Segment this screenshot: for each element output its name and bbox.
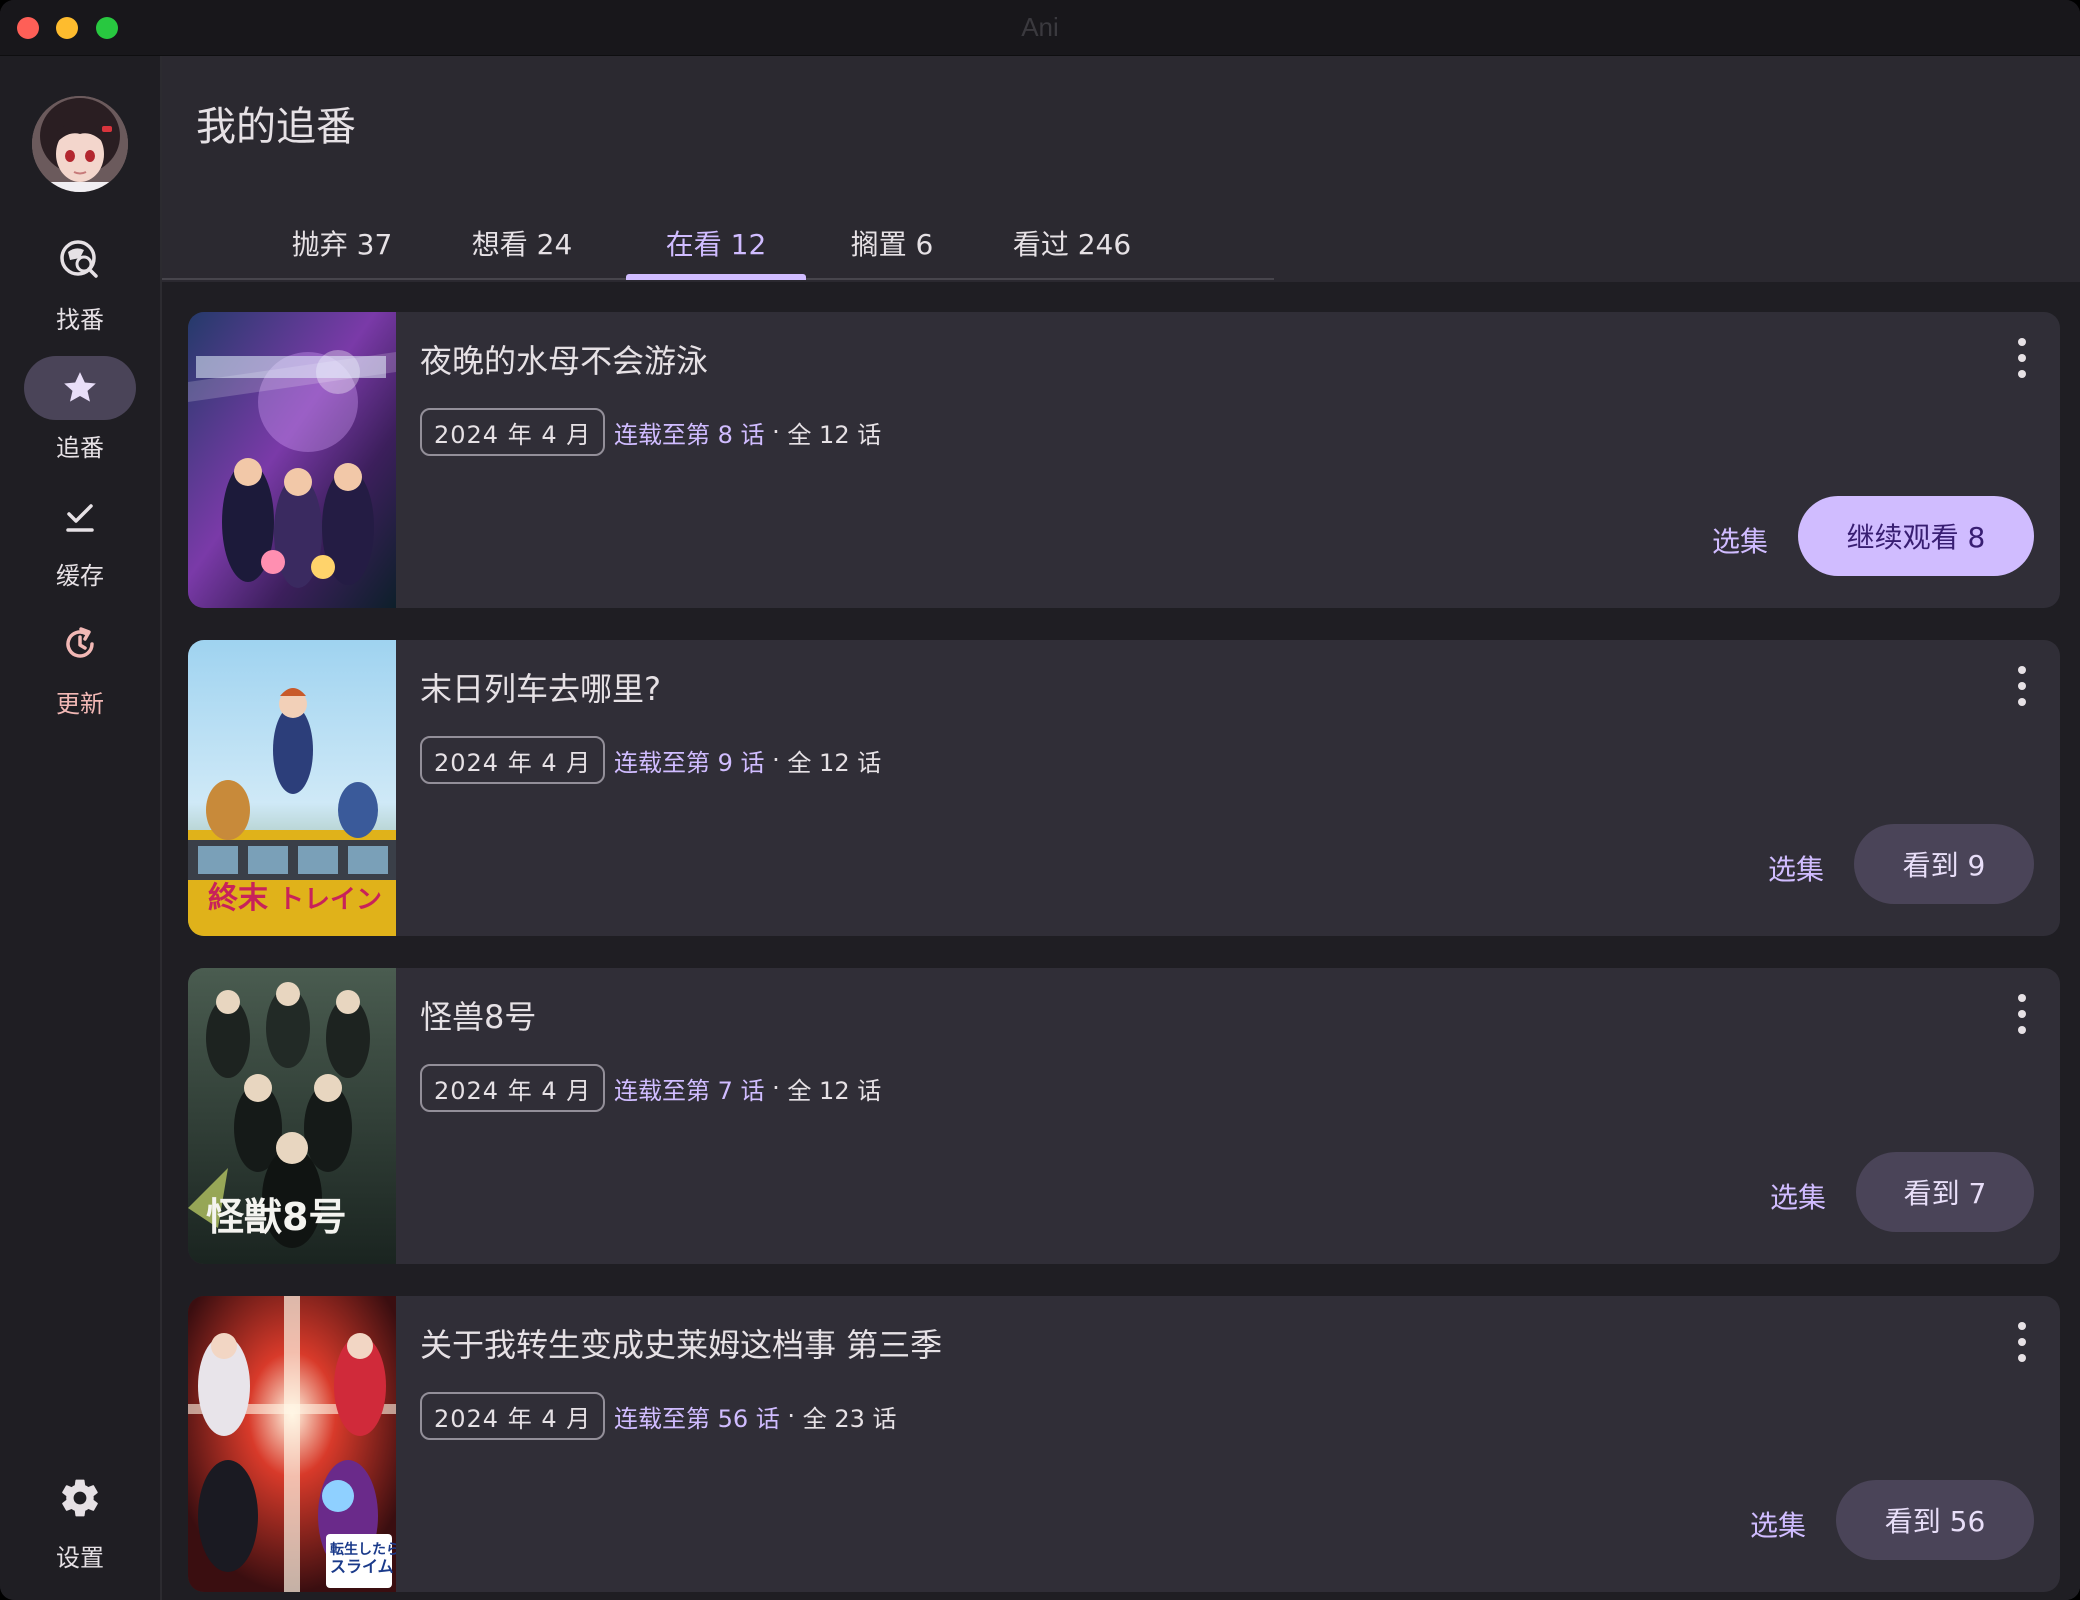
tab-bar: 抛弃 37 想看 24 在看 12 搁置 6 看过 246 [162, 206, 1274, 280]
subject-list: 夜晚的水母不会游泳 2024 年 4 月 连载至第 8 话 · 全 12 话 选… [162, 282, 2080, 1600]
svg-text:トレイン: トレイン [278, 885, 382, 915]
svg-text:怪獣8号: 怪獣8号 [206, 1195, 346, 1239]
select-episode-button[interactable]: 选集 [1768, 838, 1824, 898]
more-options-icon[interactable] [2016, 338, 2028, 378]
window-title: Ani [1021, 12, 1059, 42]
main-content: 我的追番 抛弃 37 想看 24 在看 12 搁置 6 看过 246 夜晚的水母… [162, 56, 2080, 1600]
episode-separator: · [764, 418, 788, 446]
sidebar-item-label: 缓存 [56, 562, 104, 590]
cover-image[interactable]: 怪獣8号 [188, 968, 396, 1264]
app-window: Ani 找番 追番 缓存 更新 设置 我的追番 抛弃 37 想看 24 在看 1… [0, 0, 2080, 1600]
sidebar-item-label: 找番 [56, 306, 104, 334]
episode-info: 连载至第 9 话 · 全 12 话 [614, 736, 881, 784]
tab-wish[interactable]: 想看 24 [462, 206, 582, 280]
air-date-chip: 2024 年 4 月 [420, 1392, 606, 1440]
sidebar-item-following[interactable]: 追番 [0, 356, 160, 466]
sidebar-item-search[interactable]: 找番 [0, 228, 160, 338]
episode-status: 连载至第 9 话 [614, 748, 765, 777]
gear-icon [62, 1479, 98, 1517]
nav-pill [24, 612, 136, 676]
subject-card[interactable]: 夜晚的水母不会游泳 2024 年 4 月 连载至第 8 话 · 全 12 话 选… [188, 312, 2060, 608]
subject-card[interactable]: 終末 トレイン 末日列车去哪里? 2024 年 4 月 连载至第 9 话 · 全… [188, 640, 2060, 936]
select-episode-button[interactable]: 选集 [1712, 510, 1768, 570]
sidebar: 找番 追番 缓存 更新 设置 [0, 56, 162, 1600]
sidebar-item-label: 追番 [56, 434, 104, 462]
nav-pill [24, 228, 136, 292]
episode-status: 连载至第 8 话 [614, 420, 765, 449]
more-options-icon[interactable] [2016, 666, 2028, 706]
download-check-icon [66, 504, 94, 532]
episode-status: 连载至第 56 话 [614, 1404, 780, 1433]
title-bar: Ani [0, 0, 2080, 56]
watched-to-button[interactable]: 看到 7 [1856, 1152, 2034, 1232]
subject-title: 关于我转生变成史莱姆这档事 第三季 [420, 1326, 943, 1364]
watched-to-button[interactable]: 看到 9 [1854, 824, 2034, 904]
air-date-chip: 2024 年 4 月 [420, 736, 606, 784]
air-date-chip: 2024 年 4 月 [420, 1064, 606, 1112]
air-date-chip: 2024 年 4 月 [420, 408, 606, 456]
more-options-icon[interactable] [2016, 994, 2028, 1034]
tab-on-hold[interactable]: 搁置 6 [822, 206, 962, 280]
episode-status: 连载至第 7 话 [614, 1076, 765, 1105]
subject-title: 末日列车去哪里? [420, 670, 661, 708]
star-icon [64, 372, 96, 402]
subject-card[interactable]: 怪獣8号 怪兽8号 2024 年 4 月 连载至第 7 话 · 全 12 话 选… [188, 968, 2060, 1264]
cover-image[interactable]: 終末 トレイン [188, 640, 396, 936]
update-icon [66, 627, 94, 658]
tab-dropped[interactable]: 抛弃 37 [282, 206, 402, 280]
sidebar-item-cache[interactable]: 缓存 [0, 484, 160, 594]
nav-pill-active [24, 356, 136, 420]
episode-info: 连载至第 7 话 · 全 12 话 [614, 1064, 881, 1112]
nav-pill [24, 1466, 136, 1530]
episode-info: 连载至第 8 话 · 全 12 话 [614, 408, 881, 456]
svg-text:スライム: スライム [330, 1557, 394, 1576]
tab-watching[interactable]: 在看 12 [626, 206, 806, 280]
sidebar-item-settings[interactable]: 设置 [0, 1466, 160, 1576]
cover-image[interactable]: 転生したら スライム [188, 1296, 396, 1592]
sidebar-item-label: 设置 [56, 1544, 104, 1572]
more-options-icon[interactable] [2016, 1322, 2028, 1362]
cover-image[interactable] [188, 312, 396, 608]
svg-text:転生したら: 転生したら [330, 1541, 396, 1558]
subject-card[interactable]: 転生したら スライム 关于我转生变成史莱姆这档事 第三季 2024 年 4 月 … [188, 1296, 2060, 1592]
svg-text:終末: 終末 [208, 881, 268, 916]
page-title: 我的追番 [196, 104, 356, 150]
watched-to-button[interactable]: 看到 56 [1836, 1480, 2034, 1560]
episode-separator: · [764, 1074, 788, 1102]
select-episode-button[interactable]: 选集 [1750, 1494, 1806, 1554]
episode-info: 连载至第 56 话 · 全 23 话 [614, 1392, 896, 1440]
tab-watched[interactable]: 看过 246 [1002, 206, 1142, 280]
search-discover-icon [60, 240, 98, 278]
subject-title: 夜晚的水母不会游泳 [420, 342, 709, 380]
episode-total: 全 23 话 [802, 1404, 897, 1433]
episode-separator: · [779, 1402, 803, 1430]
sidebar-item-label: 更新 [56, 690, 104, 718]
episode-total: 全 12 话 [787, 748, 882, 777]
select-episode-button[interactable]: 选集 [1770, 1166, 1826, 1226]
continue-watching-button[interactable]: 继续观看 8 [1798, 496, 2034, 576]
tab-indicator [626, 274, 806, 280]
avatar[interactable] [32, 96, 128, 192]
episode-total: 全 12 话 [787, 420, 882, 449]
episode-total: 全 12 话 [787, 1076, 882, 1105]
sidebar-item-update[interactable]: 更新 [0, 612, 160, 722]
subject-title: 怪兽8号 [420, 998, 537, 1036]
nav-pill [24, 484, 136, 548]
episode-separator: · [764, 746, 788, 774]
